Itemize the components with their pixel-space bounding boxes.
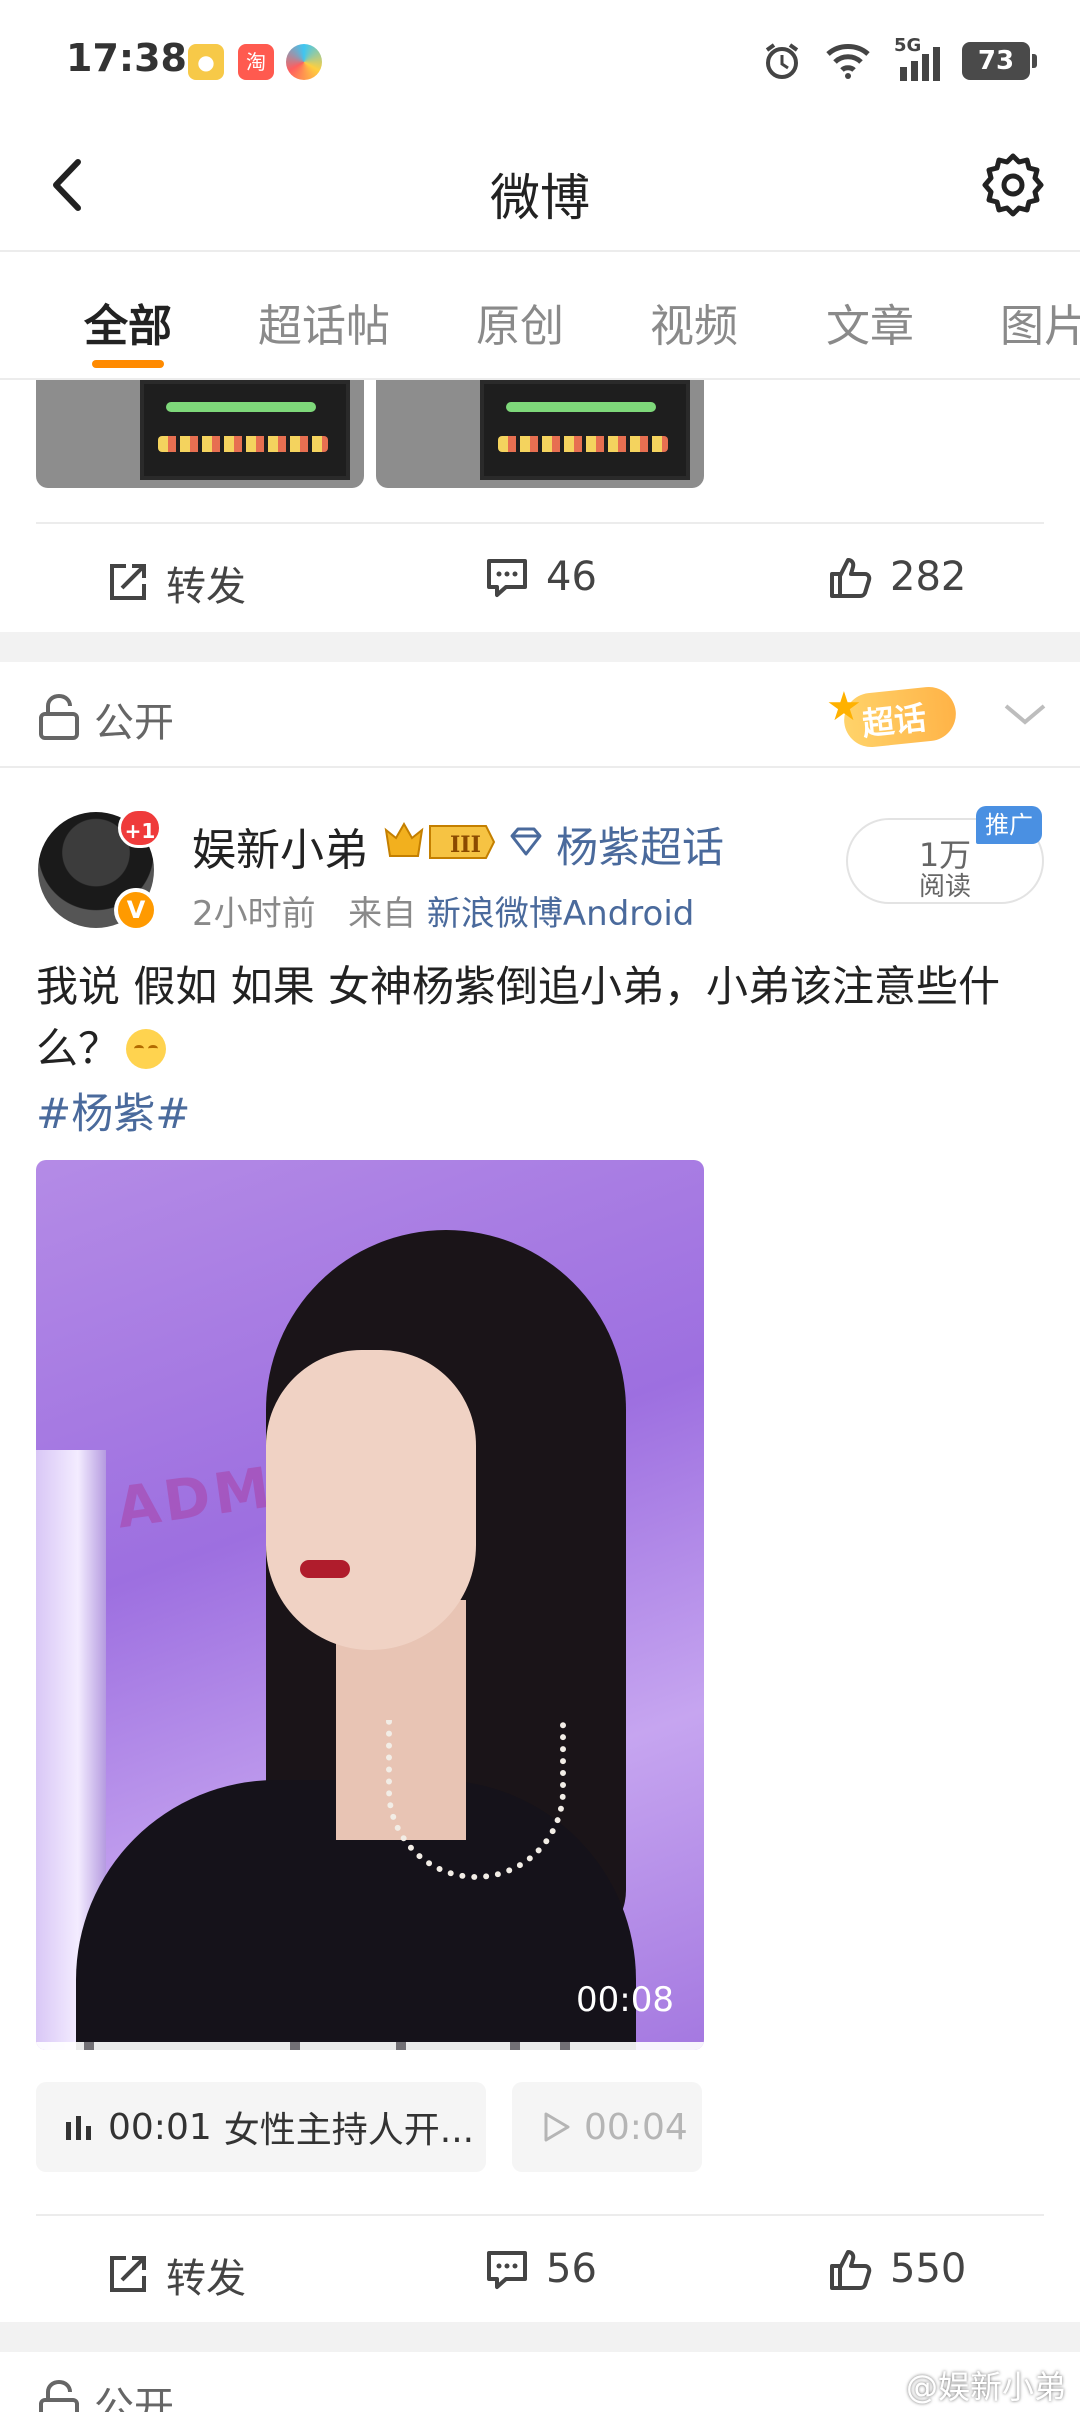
post-source[interactable]: 新浪微博Android (427, 894, 694, 934)
comment-button[interactable]: 46 (484, 554, 597, 600)
signal-icon: 5G (894, 35, 940, 81)
status-bar: 17:38 ● 淘 5G 73 (0, 0, 1080, 120)
tab-video[interactable]: 视频 (650, 290, 738, 354)
post-meta: 2小时前 来自 新浪微博Android (192, 886, 694, 935)
supertopic-badge[interactable]: ★ 超话 (826, 684, 976, 750)
post-visibility-header: 公开 ★ 超话 (0, 664, 1080, 768)
tab-indicator (92, 360, 164, 368)
tab-article[interactable]: 文章 (826, 290, 914, 354)
comment-icon (487, 2251, 527, 2289)
nav-bar: 微博 (0, 120, 1080, 252)
video-chapter-chip[interactable]: 00:01 女性主持人开... (36, 2082, 486, 2172)
visibility-label: 公开 (94, 700, 174, 746)
tab-original[interactable]: 原创 (476, 290, 564, 354)
comment-count: 46 (546, 554, 597, 600)
wifi-icon (826, 44, 870, 79)
chevron-down-icon[interactable] (1000, 694, 1050, 734)
unlock-icon (39, 2380, 79, 2412)
color-app-icon (286, 44, 322, 80)
supertopic-link[interactable]: 杨紫超话 (556, 814, 724, 875)
visibility-label: 公开 (94, 2384, 174, 2412)
playing-bars-icon (66, 2116, 91, 2140)
feed-separator (0, 632, 1080, 662)
chapter-label: 女性主持人开... (223, 2110, 475, 2151)
tab-all[interactable]: 全部 (84, 290, 172, 354)
svg-text:III: III (450, 832, 481, 858)
feed-separator (0, 2322, 1080, 2352)
alarm-icon (765, 43, 799, 79)
repost-button[interactable]: 转发 (104, 554, 246, 612)
chapter-time: 00:04 (584, 2106, 688, 2148)
post-image[interactable] (36, 380, 364, 488)
video-player[interactable]: ADM M 00:08 (36, 1160, 704, 2050)
diamond-icon (510, 827, 542, 856)
comment-button[interactable]: 56 (484, 2246, 597, 2292)
unlock-icon (39, 694, 79, 740)
hashtag-link[interactable]: #杨紫# (36, 1080, 190, 1141)
like-button[interactable]: 282 (828, 554, 966, 600)
weibo-watermark: @娱新小弟 (905, 2368, 1066, 2406)
weibo-app-icon: ● (188, 44, 224, 80)
video-chapter-chip[interactable]: 00:04 (512, 2082, 702, 2172)
battery-icon: 73 (962, 42, 1037, 80)
video-duration: 00:08 (576, 1980, 674, 2020)
promotion-tag: 推广 (976, 806, 1042, 844)
source-prefix: 来自 (348, 894, 417, 934)
network-type: 5G (894, 35, 922, 56)
video-progress-bar[interactable] (36, 2042, 704, 2050)
author-name[interactable]: 娱新小弟 (192, 814, 368, 878)
repost-icon (110, 2256, 146, 2292)
supertopic-badge-label: 超话 (860, 698, 929, 744)
post-image[interactable] (376, 380, 704, 488)
post-time: 2小时前 (192, 894, 316, 934)
thumbs-up-icon (830, 558, 872, 598)
filter-tabs: 全部 超话帖 原创 视频 文章 图片 (0, 252, 1080, 380)
shy-emoji-icon (126, 1029, 167, 1069)
previous-post-images (36, 380, 706, 488)
repost-label: 转发 (166, 2256, 246, 2302)
post-text: 我说 假如 如果 女神杨紫倒追小弟，小弟该注意些什么？ (36, 956, 1044, 1080)
vip-crown-icon: III (384, 821, 496, 859)
like-button[interactable]: 550 (828, 2246, 966, 2292)
comment-count: 56 (546, 2246, 597, 2292)
read-label: 阅读 (918, 872, 971, 902)
chapter-time: 00:01 (108, 2106, 212, 2148)
status-time: 17:38 (66, 36, 187, 80)
tab-images[interactable]: 图片 (1000, 290, 1080, 354)
gear-icon[interactable] (978, 150, 1048, 220)
like-count: 282 (890, 554, 967, 600)
taobao-app-icon: 淘 (238, 44, 274, 80)
tab-supertopic-posts[interactable]: 超话帖 (258, 290, 390, 354)
post-action-bar: 转发 56 550 (36, 2214, 1044, 2324)
thumbs-up-icon (830, 2250, 872, 2290)
post-body: 我说 假如 如果 女神杨紫倒追小弟，小弟该注意些什么？ (36, 962, 1001, 1073)
play-icon (544, 2112, 570, 2142)
repost-icon (110, 564, 146, 600)
previous-post-action-bar: 转发 46 282 (36, 522, 1044, 632)
repost-button[interactable]: 转发 (104, 2246, 246, 2304)
star-icon: ★ (826, 684, 862, 730)
like-count: 550 (890, 2246, 967, 2292)
comment-icon (487, 559, 527, 597)
verified-badge: V (114, 888, 158, 932)
page-title: 微博 (490, 169, 590, 227)
repost-label: 转发 (166, 564, 246, 610)
notification-badge: +1 (118, 808, 162, 848)
